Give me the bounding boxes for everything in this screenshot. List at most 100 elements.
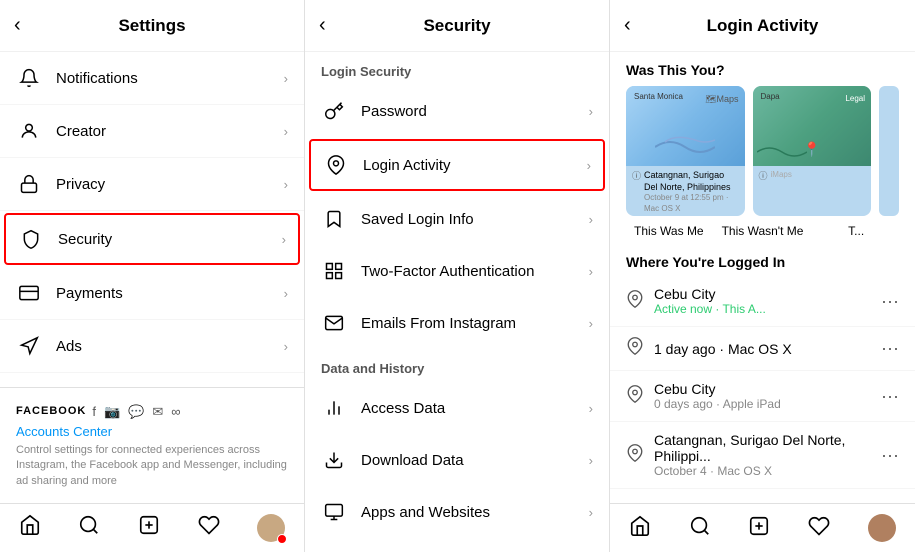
- map-info-2: ⓘ iMaps: [753, 166, 872, 187]
- settings-item-creator[interactable]: Creator ›: [0, 105, 304, 158]
- security-item-download-data[interactable]: Download Data ›: [305, 434, 609, 486]
- login-activity-header: ‹ Login Activity: [610, 0, 915, 52]
- location-pin-icon-5: [626, 385, 644, 408]
- location-name-1: Catangnan, Surigao Del Norte, Philippine…: [644, 170, 738, 193]
- accounts-center-link[interactable]: Accounts Center: [16, 424, 288, 439]
- security-icon: [18, 226, 44, 252]
- chevron-icon: ›: [589, 212, 593, 227]
- privacy-icon: [16, 171, 42, 197]
- add-nav-icon[interactable]: [748, 515, 770, 542]
- settings-header: ‹ Settings: [0, 0, 304, 52]
- settings-title: Settings: [118, 16, 185, 36]
- chevron-icon: ›: [284, 124, 288, 139]
- facebook-section: FACEBOOK f 📷 💬 ✉ ∞ Accounts Center Contr…: [0, 387, 304, 503]
- chevron-icon: ›: [284, 339, 288, 354]
- creator-icon: [16, 118, 42, 144]
- creator-label: Creator: [56, 123, 284, 140]
- location-item-2[interactable]: 1 day ago · Mac OS X ···: [610, 327, 915, 371]
- search-nav-icon[interactable]: [78, 514, 100, 542]
- ads-label: Ads: [56, 338, 284, 355]
- location-date-1: October 9 at 12:55 pm · Mac OS X: [644, 193, 738, 214]
- grid-icon: [321, 258, 347, 284]
- more-options-button-4[interactable]: ···: [881, 445, 899, 466]
- location-detail-1: Active now · This A...: [654, 302, 881, 316]
- email-icon: [321, 310, 347, 336]
- chevron-icon: ›: [284, 71, 288, 86]
- security-item-access-data[interactable]: Access Data ›: [305, 382, 609, 434]
- settings-panel: ‹ Settings Notifications › Creator › Pri…: [0, 0, 305, 552]
- security-item-emails[interactable]: Emails From Instagram ›: [305, 297, 609, 349]
- map-label-2: iMaps: [771, 170, 792, 180]
- more-options-button-1[interactable]: ···: [881, 291, 899, 312]
- this-was-me-button[interactable]: This Was Me: [626, 224, 712, 238]
- location-item-4[interactable]: Catangnan, Surigao Del Norte, Philippi..…: [610, 422, 915, 489]
- profile-avatar[interactable]: [868, 514, 896, 542]
- download-icon: [321, 447, 347, 473]
- key-icon: [321, 98, 347, 124]
- security-item-password[interactable]: Password ›: [305, 85, 609, 137]
- chevron-icon: ›: [589, 401, 593, 416]
- chevron-icon: ›: [284, 177, 288, 192]
- security-header: ‹ Security: [305, 0, 609, 52]
- location-pin-icon-2: ⓘ: [759, 171, 768, 183]
- facebook-description: Control settings for connected experienc…: [16, 443, 288, 489]
- apps-websites-label: Apps and Websites: [361, 504, 589, 521]
- search-nav-icon[interactable]: [689, 515, 711, 542]
- home-nav-icon[interactable]: [629, 515, 651, 542]
- location-info-1: Cebu City Active now · This A...: [654, 286, 881, 316]
- chevron-icon: ›: [589, 104, 593, 119]
- heart-nav-icon[interactable]: [808, 515, 830, 542]
- map-image-2: Dapa Legal 📍: [753, 86, 872, 166]
- whatsapp-icon: ✉: [152, 404, 163, 420]
- settings-item-security[interactable]: Security ›: [4, 213, 300, 265]
- santa-monica-label: Santa Monica: [634, 92, 683, 101]
- verification-buttons-row: This Was Me This Wasn't Me T...: [610, 216, 915, 246]
- instagram-icon: 📷: [104, 404, 120, 420]
- map-card-3-partial: [879, 86, 899, 216]
- location-item-3[interactable]: Cebu City 0 days ago · Apple iPad ···: [610, 371, 915, 422]
- location-pin-icon-6: [626, 444, 644, 467]
- security-item-login-activity[interactable]: Login Activity ›: [309, 139, 605, 191]
- download-data-label: Download Data: [361, 452, 589, 469]
- location-item-1[interactable]: Cebu City Active now · This A... ···: [610, 276, 915, 327]
- settings-item-account[interactable]: Account ›: [0, 373, 304, 387]
- dapa-label: Dapa: [761, 92, 780, 101]
- this-wasnt-me-button[interactable]: This Wasn't Me: [720, 224, 806, 238]
- ads-icon: [16, 333, 42, 359]
- login-activity-bottom-nav: [610, 503, 915, 552]
- security-item-clear-history[interactable]: Clear Search History ›: [305, 538, 609, 552]
- more-options-button-3[interactable]: ···: [881, 386, 899, 407]
- map-card-1[interactable]: Santa Monica 🗺Maps ⓘ Catangnan, Surigao …: [626, 86, 745, 216]
- security-panel: ‹ Security Login Security Password › Log…: [305, 0, 610, 552]
- location-info-4: Catangnan, Surigao Del Norte, Philippi..…: [654, 432, 881, 478]
- home-nav-icon[interactable]: [19, 514, 41, 542]
- bookmark-icon: [321, 206, 347, 232]
- settings-item-payments[interactable]: Payments ›: [0, 267, 304, 320]
- map-info-1: ⓘ Catangnan, Surigao Del Norte, Philippi…: [626, 166, 745, 216]
- back-button[interactable]: ‹: [14, 14, 21, 37]
- notifications-icon: [16, 65, 42, 91]
- settings-item-privacy[interactable]: Privacy ›: [0, 158, 304, 211]
- city-name-2: 1 day ago · Mac OS X: [654, 341, 881, 357]
- security-item-saved-login[interactable]: Saved Login Info ›: [305, 193, 609, 245]
- more-options-button-2[interactable]: ···: [881, 338, 899, 359]
- settings-list: Notifications › Creator › Privacy › Secu…: [0, 52, 304, 387]
- settings-item-ads[interactable]: Ads ›: [0, 320, 304, 373]
- was-this-you-heading: Was This You?: [610, 52, 915, 86]
- add-nav-icon[interactable]: [138, 514, 160, 542]
- back-button[interactable]: ‹: [319, 14, 326, 37]
- heart-nav-icon[interactable]: [198, 514, 220, 542]
- login-security-label: Login Security: [305, 52, 609, 85]
- back-button[interactable]: ‹: [624, 14, 631, 37]
- map-card-2[interactable]: Dapa Legal 📍 ⓘ iMaps: [753, 86, 872, 216]
- settings-item-notifications[interactable]: Notifications ›: [0, 52, 304, 105]
- meta-icon: ∞: [171, 404, 180, 420]
- profile-avatar[interactable]: [257, 514, 285, 542]
- map-image-1: Santa Monica 🗺Maps: [626, 86, 745, 166]
- account-icon: [16, 386, 42, 387]
- security-item-2fa[interactable]: Two-Factor Authentication ›: [305, 245, 609, 297]
- security-item-apps-websites[interactable]: Apps and Websites ›: [305, 486, 609, 538]
- chevron-icon: ›: [589, 505, 593, 520]
- city-name-1: Cebu City: [654, 286, 881, 302]
- data-history-label: Data and History: [305, 349, 609, 382]
